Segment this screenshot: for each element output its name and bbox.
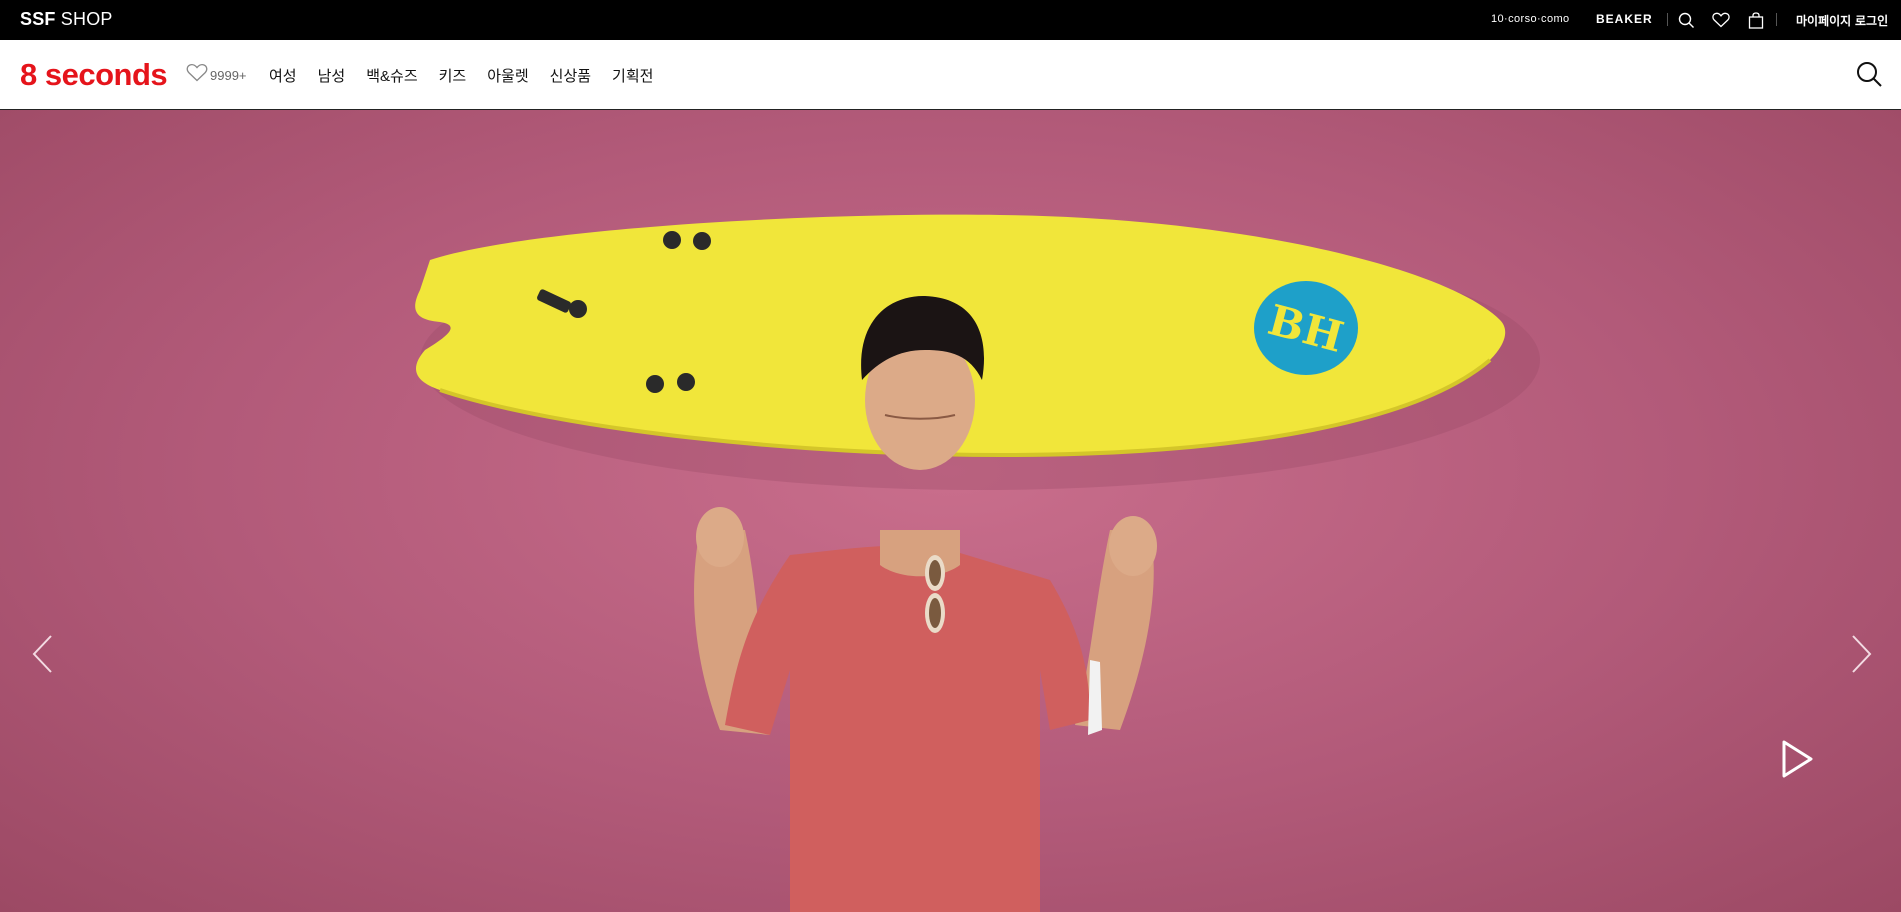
- brand-link-beaker[interactable]: BEAKER: [1596, 12, 1653, 26]
- mypage-link[interactable]: 마이페이지: [1796, 12, 1851, 29]
- wishlist-counter[interactable]: 9999+: [186, 63, 247, 87]
- nav-item-bags-shoes[interactable]: 백&슈즈: [366, 65, 417, 86]
- ssf-logo-light: SHOP: [55, 9, 113, 29]
- top-utility-bar: SSF SHOP 10·corso·como BEAKER 마이페이지 로그인: [0, 0, 1901, 40]
- nav-item-men[interactable]: 남성: [318, 65, 346, 86]
- nav-item-outlet[interactable]: 아울렛: [487, 65, 528, 86]
- ssf-shop-logo[interactable]: SSF SHOP: [20, 9, 113, 30]
- main-header: 8 seconds 9999+ 여성 남성 백&슈즈 키즈 아울렛 신상품 기획…: [0, 40, 1901, 110]
- nav-item-kids[interactable]: 키즈: [439, 65, 467, 86]
- divider: [1776, 13, 1777, 26]
- wish-count: 9999+: [210, 67, 247, 83]
- hero-banner[interactable]: BH: [0, 110, 1901, 912]
- chevron-left-icon: [31, 634, 53, 679]
- main-nav: 여성 남성 백&슈즈 키즈 아울렛 신상품 기획전: [269, 65, 653, 86]
- nav-item-women[interactable]: 여성: [269, 65, 297, 86]
- search-icon[interactable]: [1855, 60, 1883, 88]
- hero-image: BH: [415, 214, 1540, 912]
- heart-icon: [186, 63, 208, 87]
- chevron-right-icon: [1851, 634, 1873, 679]
- divider: [1667, 13, 1668, 26]
- carousel-next-button[interactable]: [1842, 626, 1882, 686]
- nav-item-new-arrivals[interactable]: 신상품: [550, 65, 591, 86]
- shopping-bag-icon[interactable]: [1746, 10, 1766, 30]
- play-icon: [1780, 740, 1814, 783]
- carousel-play-button[interactable]: [1780, 739, 1820, 783]
- heart-icon[interactable]: [1711, 10, 1731, 30]
- brand-link-10corsocomo[interactable]: 10·corso·como: [1491, 13, 1570, 25]
- nav-item-promotions[interactable]: 기획전: [612, 65, 653, 86]
- carousel-prev-button[interactable]: [22, 626, 62, 686]
- ssf-logo-bold: SSF: [20, 9, 56, 29]
- 8seconds-logo[interactable]: 8 seconds: [20, 57, 168, 93]
- search-icon[interactable]: [1676, 10, 1696, 30]
- login-link[interactable]: 로그인: [1855, 12, 1888, 29]
